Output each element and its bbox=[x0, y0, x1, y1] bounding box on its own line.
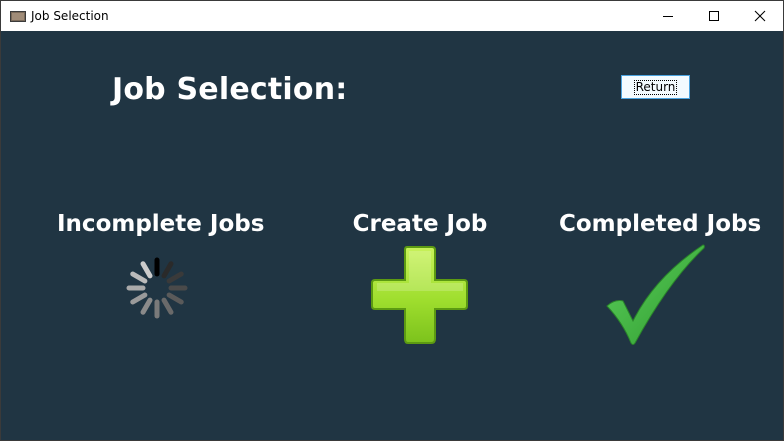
spinner-spoke bbox=[166, 292, 184, 305]
plus-icon[interactable] bbox=[369, 243, 471, 347]
incomplete-jobs-option[interactable]: Incomplete Jobs bbox=[57, 211, 265, 333]
checkmark-icon[interactable] bbox=[605, 243, 709, 347]
spinner-spoke bbox=[140, 261, 153, 279]
incomplete-jobs-label: Incomplete Jobs bbox=[57, 211, 265, 237]
spinner-spoke bbox=[140, 297, 153, 315]
spinner-spoke bbox=[166, 271, 184, 284]
window-title: Job Selection bbox=[31, 9, 109, 23]
client-area: Job Selection: Return Incomplete Jobs Cr… bbox=[1, 31, 783, 440]
maximize-icon bbox=[709, 11, 719, 21]
return-button-label: Return bbox=[633, 79, 678, 95]
close-icon bbox=[754, 10, 766, 22]
create-job-label: Create Job bbox=[352, 211, 488, 237]
return-button[interactable]: Return bbox=[621, 75, 690, 99]
loading-spinner-icon[interactable] bbox=[112, 243, 202, 333]
spinner-spoke bbox=[161, 297, 174, 315]
spinner-spoke bbox=[130, 292, 148, 305]
folder-icon bbox=[10, 8, 26, 24]
spinner-spoke bbox=[130, 271, 148, 284]
completed-jobs-label: Completed Jobs bbox=[559, 211, 762, 237]
spinner-spoke bbox=[161, 261, 174, 279]
minimize-icon bbox=[663, 16, 673, 17]
page-title: Job Selection: bbox=[112, 72, 348, 107]
create-job-option[interactable]: Create Job bbox=[331, 211, 509, 347]
maximize-button[interactable] bbox=[691, 1, 737, 31]
completed-jobs-option[interactable]: Completed Jobs bbox=[559, 211, 762, 347]
title-bar[interactable]: Job Selection bbox=[1, 1, 783, 31]
close-button[interactable] bbox=[737, 1, 783, 31]
app-window: Job Selection Job Selection: Return Inco… bbox=[0, 0, 784, 441]
window-controls bbox=[645, 1, 783, 31]
minimize-button[interactable] bbox=[645, 1, 691, 31]
